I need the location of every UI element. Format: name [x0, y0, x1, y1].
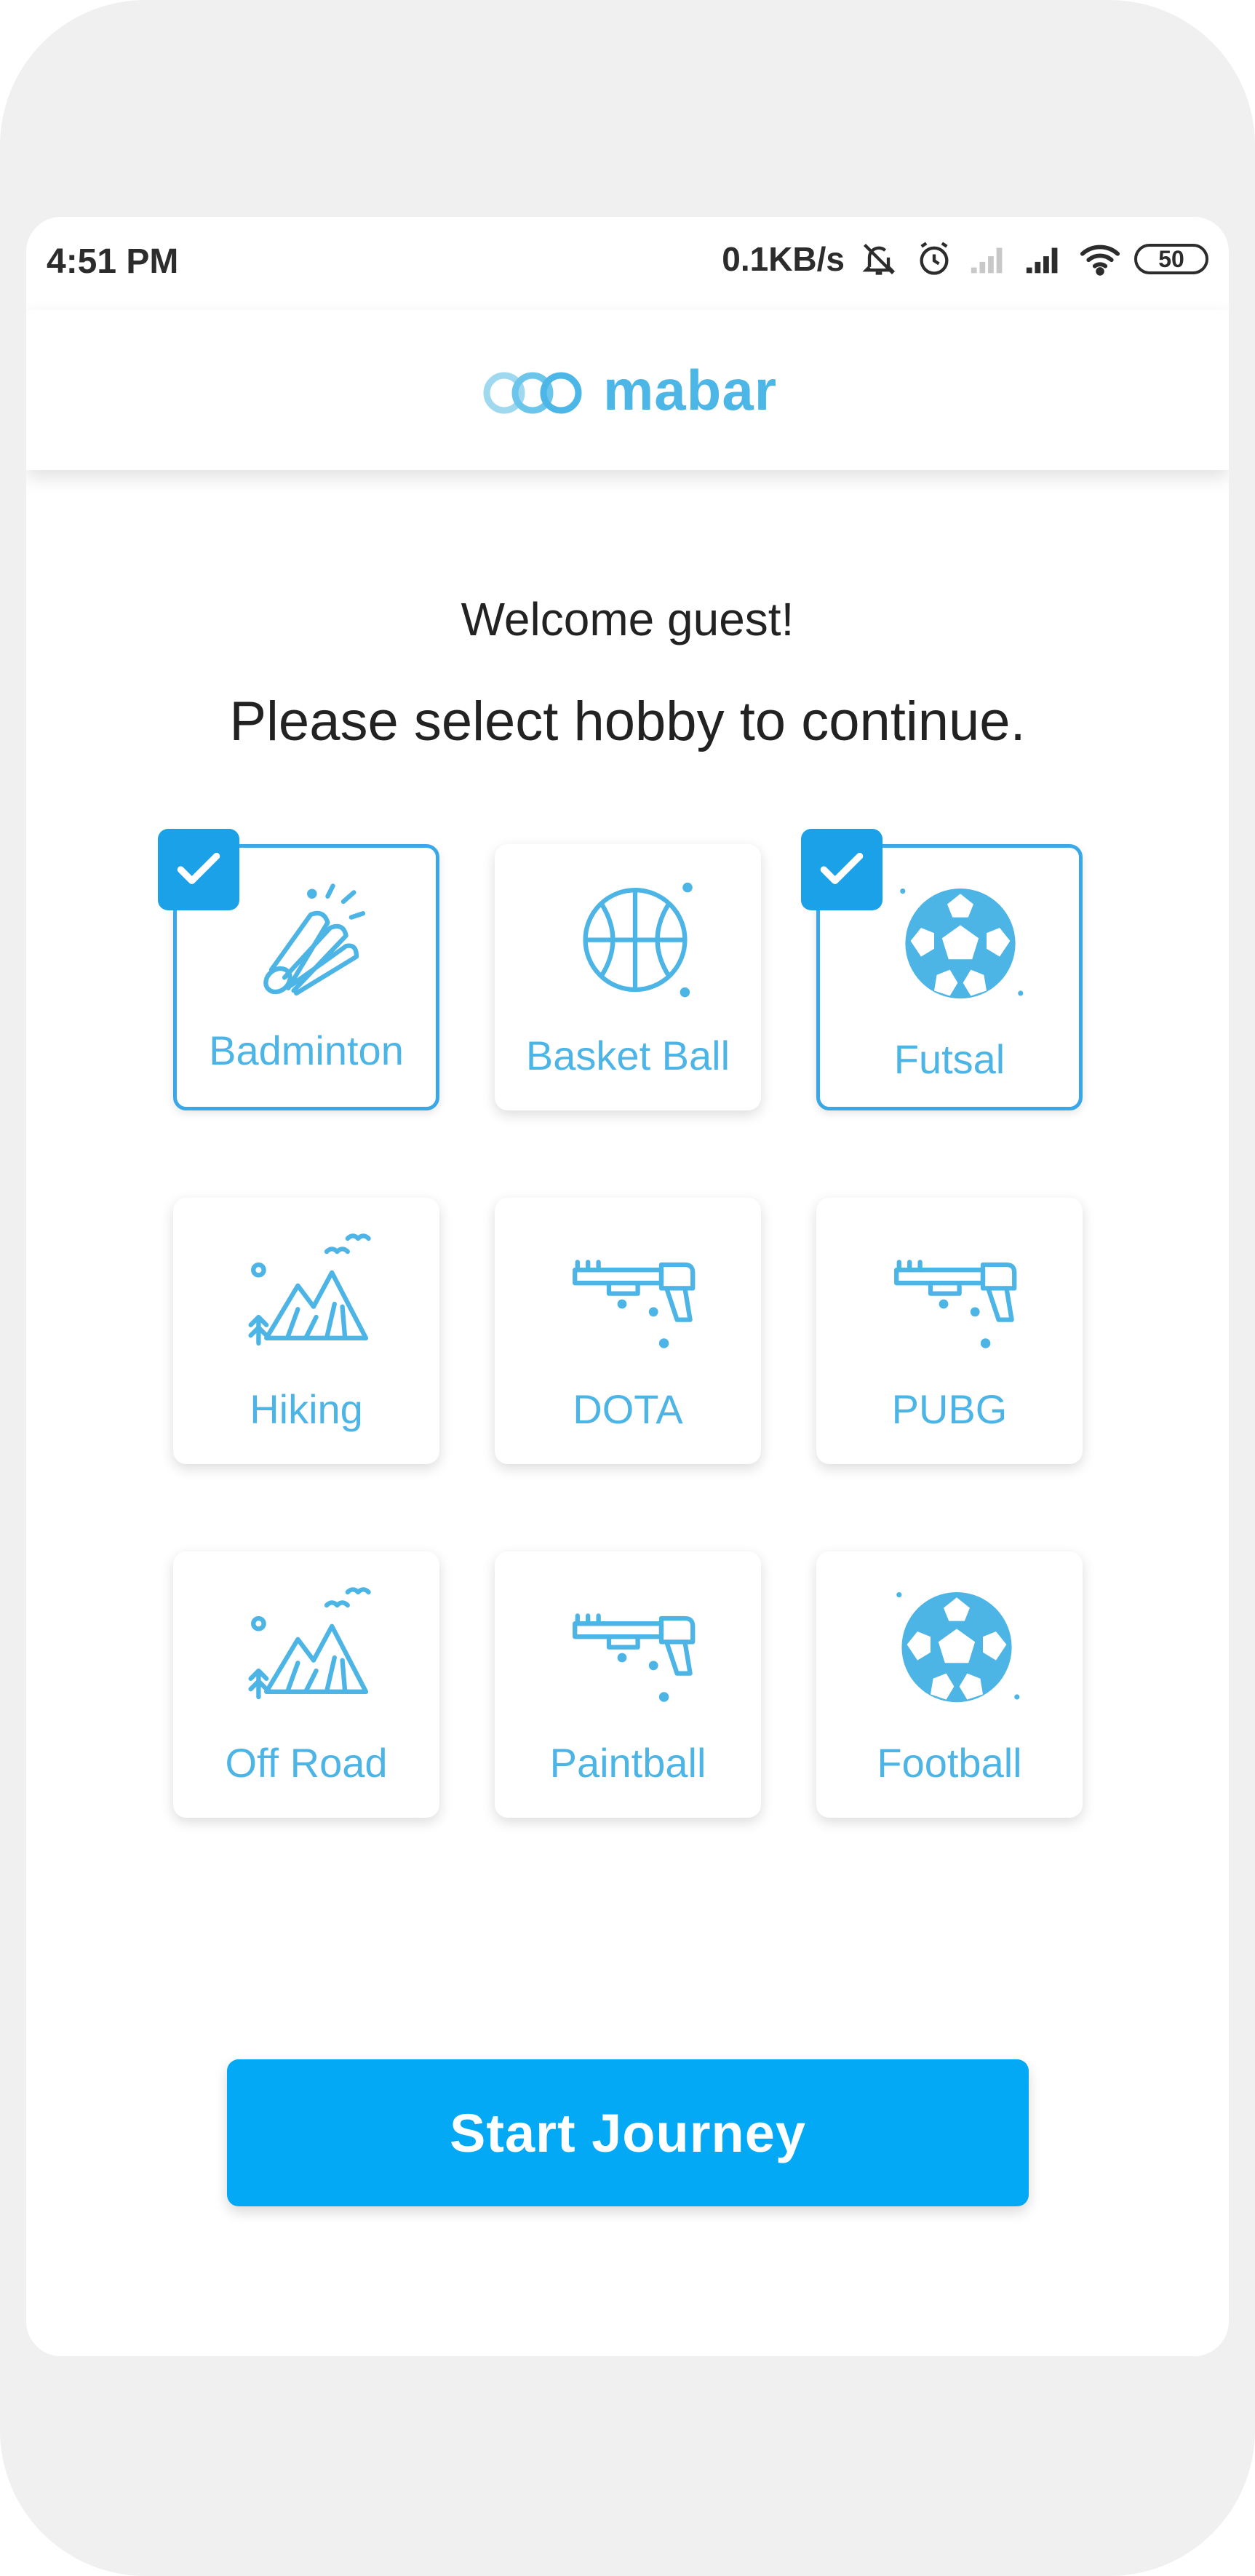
battery-icon: 50: [1134, 244, 1208, 274]
hobby-label: DOTA: [573, 1386, 683, 1432]
mountain-icon: [248, 1587, 371, 1700]
soccer-ball-icon: [900, 889, 1024, 999]
wifi-icon: [1079, 238, 1121, 280]
checkbox-checked-icon[interactable]: [801, 829, 883, 910]
hobby-card-basketball[interactable]: Basket Ball: [495, 844, 761, 1110]
app-header: mabar: [26, 310, 1229, 470]
hobby-card-futsal[interactable]: Futsal: [801, 829, 1083, 1110]
hobby-label: Badminton: [209, 1027, 404, 1073]
mountain-icon: [248, 1233, 371, 1346]
network-speed: 0.1KB/s: [722, 240, 845, 278]
hobby-label: Basket Ball: [525, 1033, 730, 1078]
hobby-card-dota[interactable]: DOTA: [495, 1198, 761, 1464]
gun-icon: [573, 1260, 696, 1348]
hobby-grid: Badminton Basket Ball Futsal Hiking DOTA…: [158, 829, 1083, 1848]
hobby-card-hiking[interactable]: Hiking: [173, 1198, 439, 1464]
hobby-label: Football: [877, 1740, 1022, 1786]
logo-text: mabar: [602, 357, 778, 422]
hobby-card-badminton[interactable]: Badminton: [158, 829, 439, 1110]
alarm-icon: [913, 238, 955, 280]
hobby-label: Off Road: [225, 1740, 388, 1786]
bell-off-icon: [858, 238, 900, 280]
mabar-logo-icon: [483, 372, 582, 414]
status-indicators: 0.1KB/s 50: [722, 237, 1208, 281]
soccer-ball-icon: [896, 1592, 1020, 1703]
instruction-text: Please select hobby to continue.: [229, 691, 1026, 752]
device-frame: 4:51 PM 0.1KB/s 50 mabar Welcome guest! …: [0, 0, 1255, 2576]
gun-icon: [894, 1260, 1017, 1348]
hobby-card-pubg[interactable]: PUBG: [816, 1198, 1083, 1464]
checkbox-checked-icon[interactable]: [158, 829, 239, 910]
hobby-label: Futsal: [893, 1036, 1005, 1082]
hobby-label: Hiking: [250, 1386, 363, 1432]
hobby-label: PUBG: [891, 1386, 1008, 1432]
hobby-card-football[interactable]: Football: [816, 1551, 1083, 1818]
gun-icon: [573, 1613, 696, 1702]
signal-weak-icon: [968, 238, 1011, 280]
basketball-icon: [583, 882, 693, 998]
status-time: 4:51 PM: [47, 242, 179, 281]
hobby-label: Paintball: [549, 1740, 706, 1786]
signal-icon: [1024, 238, 1066, 280]
start-journey-button[interactable]: Start Journey: [227, 2059, 1029, 2206]
battery-level: 50: [1158, 245, 1184, 272]
hobby-card-off-road[interactable]: Off Road: [173, 1551, 439, 1818]
status-bar: 4:51 PM 0.1KB/s 50: [26, 217, 1229, 310]
shuttlecock-icon: [263, 883, 366, 996]
welcome-text: Welcome guest!: [461, 593, 794, 645]
phone-screen: 4:51 PM 0.1KB/s 50 mabar Welcome guest! …: [26, 217, 1229, 2356]
hobby-card-paintball[interactable]: Paintball: [495, 1551, 761, 1818]
